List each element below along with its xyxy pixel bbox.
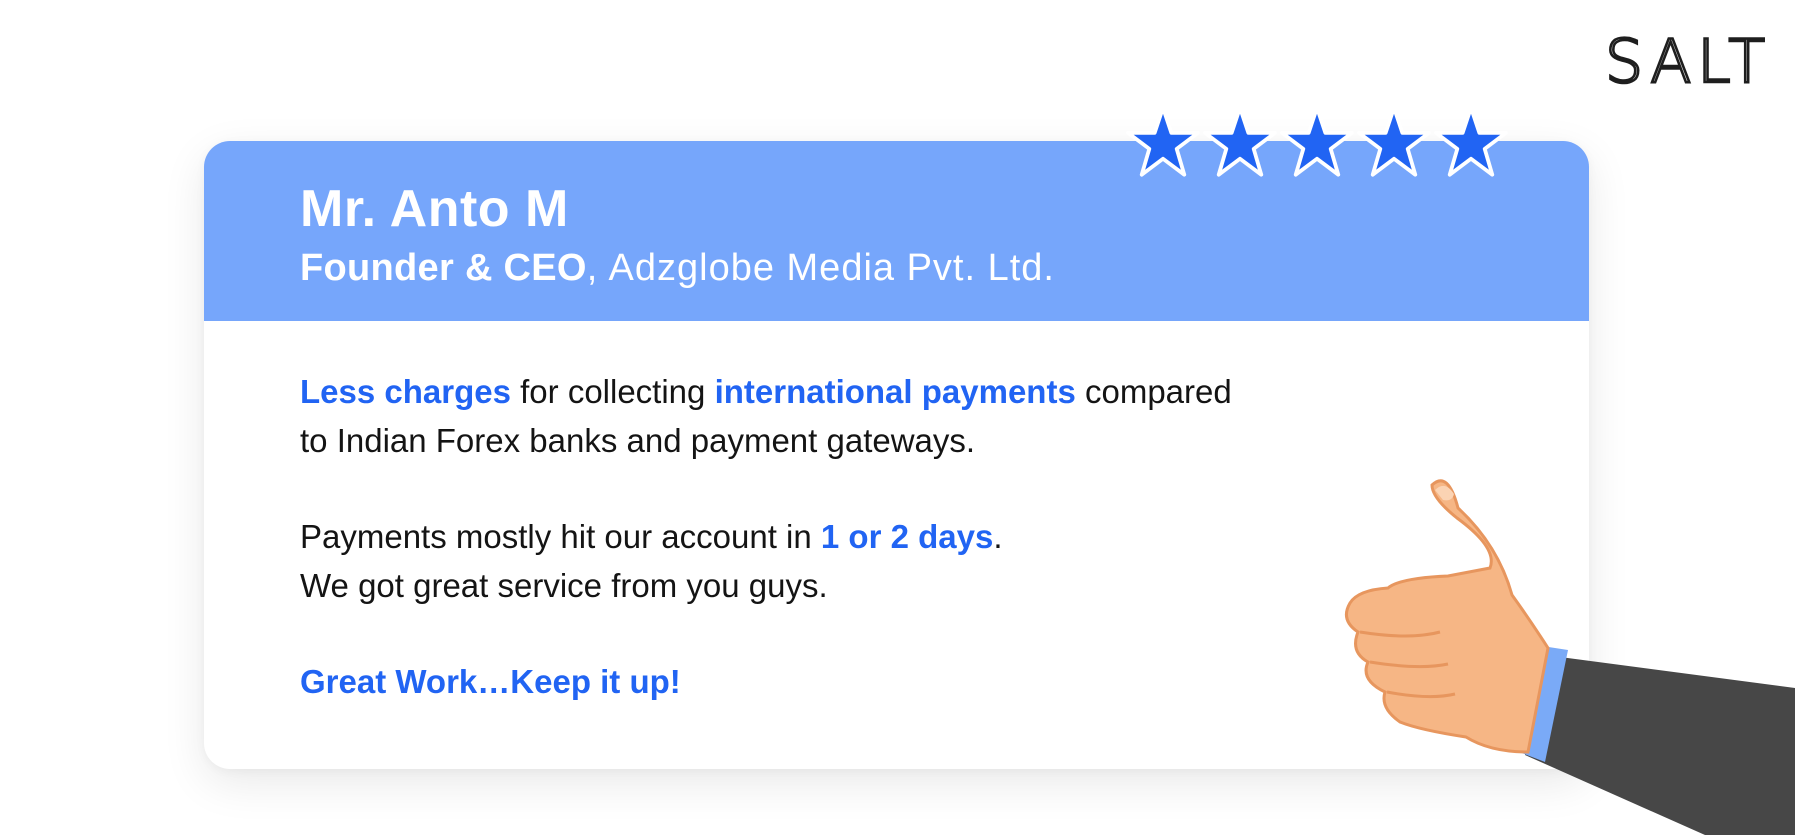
testimonial-body: Less charges for collecting internationa… (300, 367, 1400, 706)
star-rating (1125, 104, 1508, 180)
testimonial-paragraph-2: Payments mostly hit our account in 1 or … (300, 512, 1400, 610)
person-role: Founder & CEO (300, 247, 587, 289)
closing-line: Great Work…Keep it up! (300, 663, 681, 700)
paragraph-text: for collecting (510, 373, 715, 410)
highlight-less-charges: Less charges (300, 373, 511, 410)
testimonial-paragraph-1: Less charges for collecting internationa… (300, 367, 1400, 465)
star-icon (1280, 105, 1354, 177)
thumbs-up-icon (1344, 479, 1795, 835)
star-icon (1203, 105, 1277, 177)
person-title: Founder & CEO, Adzglobe Media Pvt. Ltd. (300, 247, 1055, 289)
person-company: Adzglobe Media Pvt. Ltd. (608, 247, 1055, 289)
star-icon (1357, 105, 1431, 177)
highlight-days: 1 or 2 days (820, 518, 994, 555)
star-icon (1126, 105, 1200, 177)
person-name: Mr. Anto M (300, 180, 569, 238)
paragraph-text: Payments mostly hit our account in (300, 518, 821, 555)
sleeve-shape (1525, 655, 1795, 835)
highlight-international-payments: international payments (714, 373, 1076, 410)
paragraph-text: compared (1075, 373, 1232, 410)
paragraph-text: . (993, 518, 1003, 555)
logo-text: SALT (1605, 27, 1765, 90)
paragraph-text: We got great service from you guys. (300, 567, 828, 604)
star-icon (1434, 105, 1508, 177)
hand-shape (1344, 479, 1550, 754)
paragraph-text: to Indian Forex banks and payment gatewa… (300, 422, 976, 459)
salt-logo: SALT (1605, 26, 1765, 90)
